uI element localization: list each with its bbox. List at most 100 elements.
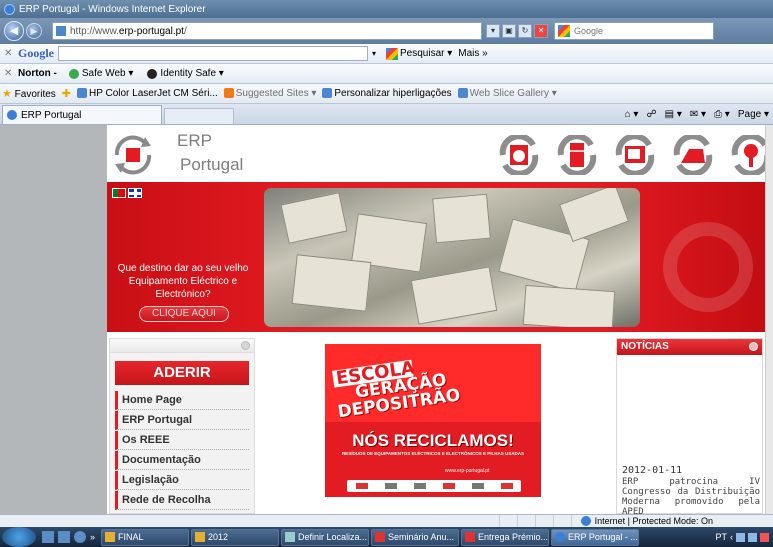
safe-web-button[interactable]: Safe Web ▾ (82, 68, 134, 79)
task-final[interactable]: FINAL (101, 528, 190, 546)
fav-item-hp[interactable]: HP Color LaserJet CM Séri... (77, 88, 218, 99)
menu-item-home[interactable]: Home Page (115, 391, 249, 410)
fridge-icon[interactable] (555, 135, 599, 175)
compat-view-icon[interactable]: ▣ (502, 24, 516, 38)
star-icon: ★ (2, 88, 12, 100)
google-search-input[interactable] (58, 46, 368, 61)
google-toolbar: ✕ Google ▾ Pesquisar ▾ Mais » (0, 44, 773, 64)
promo-banner[interactable]: ESCOLA GERAÇÃO DEPOSITRÃO NÓS RECICLAMOS… (325, 344, 541, 497)
page-icon (457, 88, 468, 99)
clique-aqui-button[interactable]: CLIQUE AQUI (139, 306, 229, 322)
task-2012[interactable]: 2012 (191, 528, 280, 546)
powerpoint-icon (375, 532, 386, 542)
language-indicator[interactable]: PT (715, 532, 727, 542)
mail-icon[interactable]: ✉ ▾ (690, 109, 706, 120)
google-search-button[interactable]: Pesquisar ▾ (386, 47, 452, 60)
rss-icon[interactable]: ☍ (646, 109, 656, 120)
ie-icon (555, 532, 566, 542)
stop-icon[interactable]: ✕ (534, 24, 548, 38)
menu-item-os-reee[interactable]: Os REEE (115, 431, 249, 450)
url-domain: erp-portugal.pt (118, 25, 184, 37)
tab-erp-portugal[interactable]: ERP Portugal (2, 105, 162, 124)
google-logo: Google (18, 46, 54, 60)
menu-item-erp-portugal[interactable]: ERP Portugal (115, 411, 249, 430)
feeds-icon[interactable]: ▤ ▾ (665, 109, 682, 120)
window-title: ERP Portugal - Windows Internet Explorer (19, 3, 206, 15)
news-date: 2012-01-11 (622, 465, 683, 476)
suggested-sites-icon (223, 88, 234, 99)
hero-banner: Que destino dar ao seu velho Equipamento… (107, 182, 765, 332)
favorites-button[interactable]: ★ Favorites (2, 87, 56, 100)
overflow-chevron-icon[interactable]: » (90, 532, 95, 542)
menu-item-legislacao[interactable]: Legislação (115, 471, 249, 490)
task-definir[interactable]: Definir Localiza... (281, 528, 370, 546)
ie-icon (4, 3, 15, 15)
close-toolbar-icon[interactable]: ✕ (4, 48, 18, 59)
refresh-icon[interactable]: ↻ (518, 24, 532, 38)
page-menu[interactable]: Page ▾ (738, 109, 769, 120)
explorer-icon[interactable] (58, 531, 70, 543)
sponsor-logos (347, 480, 521, 492)
tray-chevron-icon[interactable]: ‹ (730, 532, 733, 542)
add-favorite-icon[interactable]: ✚ (62, 87, 71, 100)
aderir-button[interactable]: ADERIR (115, 361, 249, 385)
task-erp-portugal[interactable]: ERP Portugal - ... (551, 528, 640, 546)
logo-line1: ERP (177, 131, 212, 150)
promo-headline: NÓS RECICLAMOS! (352, 431, 514, 450)
fav-item-personalizar[interactable]: Personalizar hiperligações (322, 88, 452, 99)
print-icon[interactable]: ⎙ ▾ (714, 109, 730, 120)
tray-icon[interactable] (760, 532, 769, 542)
language-switcher (112, 188, 142, 198)
tv-icon[interactable] (613, 135, 657, 175)
logo-line2: Portugal (180, 155, 244, 174)
fav-item-webslice[interactable]: Web Slice Gallery ▾ (457, 88, 557, 99)
powerpoint-icon (465, 532, 476, 542)
vertical-scrollbar[interactable] (765, 125, 773, 514)
google-icon (386, 47, 398, 60)
back-button[interactable]: ◀ (4, 21, 24, 41)
ie-icon (7, 110, 17, 120)
uk-flag-icon[interactable] (128, 188, 142, 198)
globe-icon (580, 516, 591, 526)
google-icon (558, 25, 570, 37)
news-item-link[interactable]: ERP patrocina IV Congresso da Distribuiç… (622, 477, 760, 514)
news-panel: NOTÍCIAS 2012-01-11 ERP patrocina IV Con… (616, 338, 763, 514)
erp-logo-icon[interactable] (111, 133, 155, 177)
portugal-flag-icon[interactable] (112, 188, 126, 198)
show-desktop-icon[interactable] (42, 531, 54, 543)
new-tab-button[interactable] (164, 108, 234, 124)
close-toolbar-icon[interactable]: ✕ (4, 68, 18, 79)
search-placeholder: Google (574, 26, 604, 36)
menu-item-documentacao[interactable]: Documentação (115, 451, 249, 470)
site-logo-text[interactable]: ERP Portugal (177, 131, 243, 175)
tab-label: ERP Portugal (21, 109, 82, 121)
iron-icon[interactable] (671, 135, 715, 175)
promo-url: www.erp-portugal.pt (445, 468, 490, 474)
browser-search-input[interactable]: Google (554, 22, 714, 40)
identity-safe-button[interactable]: Identity Safe ▾ (160, 68, 223, 79)
url-prefix: http://www. (70, 25, 119, 37)
command-bar: ⌂ ▾ ☍ ▤ ▾ ✉ ▾ ⎙ ▾ Page ▾ (625, 104, 773, 124)
tray-icon[interactable] (748, 532, 757, 542)
dropdown-icon[interactable]: ▾ (486, 24, 500, 38)
system-tray: PT ‹ (715, 532, 773, 542)
task-seminario[interactable]: Seminário Anu... (371, 528, 460, 546)
url-input[interactable]: http://www. erp-portugal.pt / (52, 22, 482, 40)
more-button[interactable]: Mais » (458, 48, 487, 59)
home-icon[interactable]: ⌂ ▾ (625, 109, 639, 120)
left-sidebar: ADERIR Home Page ERP Portugal Os REEE Do… (109, 338, 255, 514)
folder-icon (105, 532, 116, 542)
task-entrega[interactable]: Entrega Prémio... (461, 528, 550, 546)
forward-button[interactable]: ▶ (26, 23, 42, 39)
security-zone[interactable]: Internet | Protected Mode: On (580, 516, 773, 526)
menu-item-rede-recolha[interactable]: Rede de Recolha (115, 491, 249, 510)
norton-menu[interactable]: Norton - (18, 68, 57, 79)
chevron-down-icon[interactable]: ▾ (368, 49, 380, 58)
washing-machine-icon[interactable] (497, 135, 541, 175)
start-button[interactable] (2, 527, 36, 547)
fav-item-suggested[interactable]: Suggested Sites ▾ (223, 88, 316, 99)
tray-icon[interactable] (736, 532, 745, 542)
favorites-bar: ★ Favorites ✚ HP Color LaserJet CM Séri.… (0, 84, 773, 104)
ie-quicklaunch-icon[interactable] (74, 531, 86, 543)
news-heading: NOTÍCIAS (617, 339, 762, 355)
